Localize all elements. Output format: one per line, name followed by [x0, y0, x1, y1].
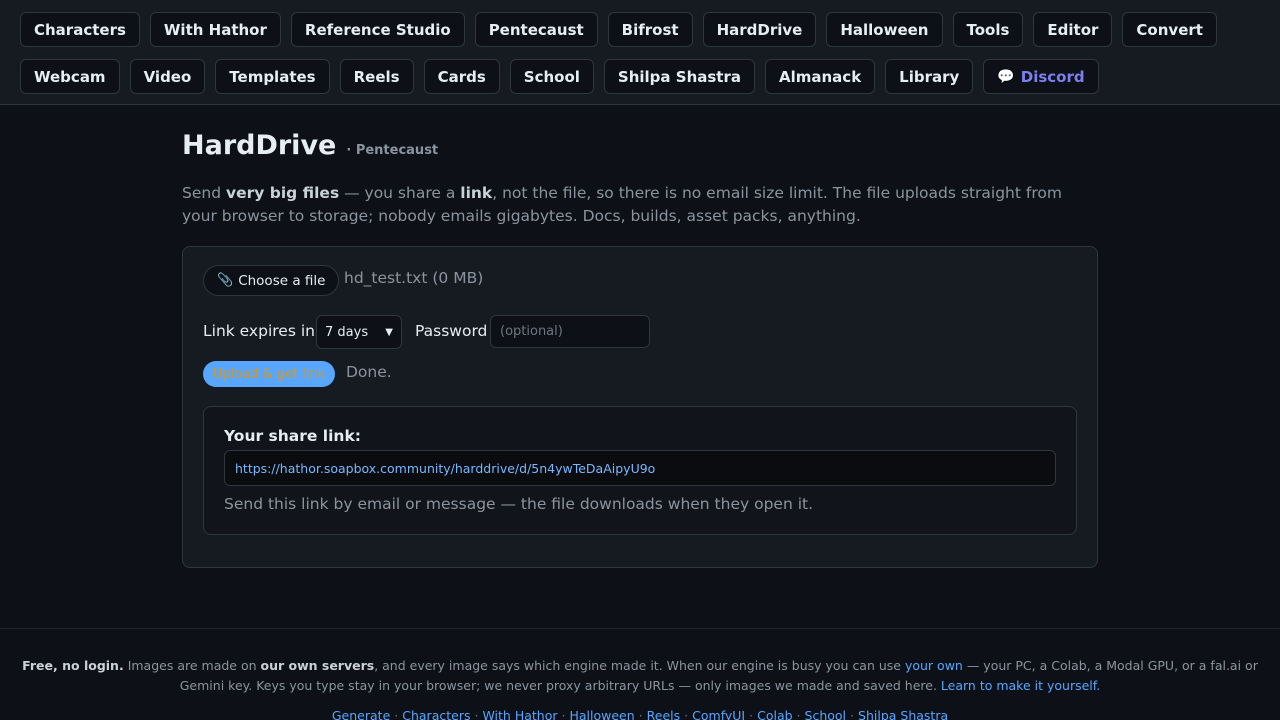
nav-harddrive[interactable]: HardDrive	[702, 12, 817, 47]
footer-link-with-hathor[interactable]: With Hathor	[482, 708, 557, 720]
nav-almanack[interactable]: Almanack	[765, 59, 876, 94]
nav-shilpa-shastra[interactable]: Shilpa Shastra	[603, 59, 755, 94]
nav-with-hathor[interactable]: With Hathor	[149, 12, 281, 47]
expires-label: Link expires in	[203, 322, 315, 340]
expires-select[interactable]: 7 days ▼	[316, 315, 402, 349]
nav-discord[interactable]: 💬 Discord	[983, 59, 1099, 94]
nav-cards[interactable]: Cards	[423, 59, 500, 94]
nav-row-2: Webcam Video Templates Reels Cards Schoo…	[20, 59, 1260, 94]
nav-discord-label: Discord	[1020, 67, 1085, 86]
footer-link-colab[interactable]: Colab	[757, 708, 792, 720]
intro-bold-link: link	[460, 184, 493, 202]
intro-bold-files: very big files	[225, 184, 340, 202]
title-row: HardDrive · Pentecaust	[182, 130, 1098, 164]
nav-editor[interactable]: Editor	[1033, 12, 1113, 47]
nav-pentecaust[interactable]: Pentecaust	[474, 12, 598, 47]
intro-text: Send very big files — you share a link, …	[182, 184, 1062, 225]
page-title: HardDrive	[182, 130, 337, 161]
nav-characters[interactable]: Characters	[20, 12, 140, 47]
share-box: Your share link: Send this link by email…	[203, 406, 1077, 535]
footer-link-reels[interactable]: Reels	[647, 708, 681, 720]
footer-link-comfyui[interactable]: ComfyUI	[692, 708, 745, 720]
password-label: Password	[415, 322, 488, 340]
nav-convert[interactable]: Convert	[1122, 12, 1217, 47]
nav-row-1: Characters With Hathor Reference Studio …	[20, 12, 1260, 47]
selected-filename: hd_test.txt (0 MB)	[344, 269, 484, 287]
nav-templates[interactable]: Templates	[215, 59, 330, 94]
page-subtitle: · Pentecaust	[346, 143, 439, 158]
upload-button[interactable]: Upload & get link	[203, 361, 335, 387]
footer-link-generate[interactable]: Generate	[332, 708, 390, 720]
share-hint: Send this link by email or message — the…	[224, 495, 814, 513]
chat-bubble-icon: 💬	[997, 68, 1015, 85]
expires-value: 7 days	[325, 324, 369, 340]
nav-tools[interactable]: Tools	[952, 12, 1024, 47]
main-content: HardDrive · Pentecaust Send very big fil…	[182, 130, 1098, 568]
choose-file-button[interactable]: 📎 Choose a file	[203, 265, 340, 296]
nav-library[interactable]: Library	[885, 59, 974, 94]
password-input[interactable]	[490, 315, 650, 348]
nav-school[interactable]: School	[509, 59, 594, 94]
upload-card: 📎 Choose a file hd_test.txt (0 MB) Link …	[182, 246, 1098, 568]
nav-halloween[interactable]: Halloween	[826, 12, 943, 47]
paperclip-icon: 📎	[217, 273, 234, 288]
nav-reference-studio[interactable]: Reference Studio	[290, 12, 465, 47]
footer-link-halloween[interactable]: Halloween	[569, 708, 634, 720]
footer-link-your-own[interactable]: your own	[905, 658, 963, 673]
nav-bifrost[interactable]: Bifrost	[607, 12, 693, 47]
top-nav: Characters With Hathor Reference Studio …	[0, 0, 1280, 105]
chevron-down-icon: ▼	[385, 326, 393, 338]
footer-link-shilpa-shastra[interactable]: Shilpa Shastra	[858, 708, 948, 720]
share-link-field[interactable]	[224, 450, 1056, 486]
share-label: Your share link:	[224, 427, 361, 445]
nav-video[interactable]: Video	[129, 59, 206, 94]
footer-link-school[interactable]: School	[805, 708, 847, 720]
footer-link-characters[interactable]: Characters	[402, 708, 470, 720]
nav-webcam[interactable]: Webcam	[20, 59, 120, 94]
upload-status: Done.	[346, 363, 392, 381]
nav-reels[interactable]: Reels	[339, 59, 414, 94]
footer-link-learn[interactable]: Learn to make it yourself.	[941, 678, 1100, 693]
footer: Free, no login. Images are made on our o…	[0, 628, 1280, 720]
choose-file-label: Choose a file	[238, 272, 326, 289]
footer-text: Free, no login. Images are made on our o…	[22, 658, 1258, 693]
footer-links: Generate · Characters · With Hathor · Hallowee…	[0, 706, 1280, 720]
